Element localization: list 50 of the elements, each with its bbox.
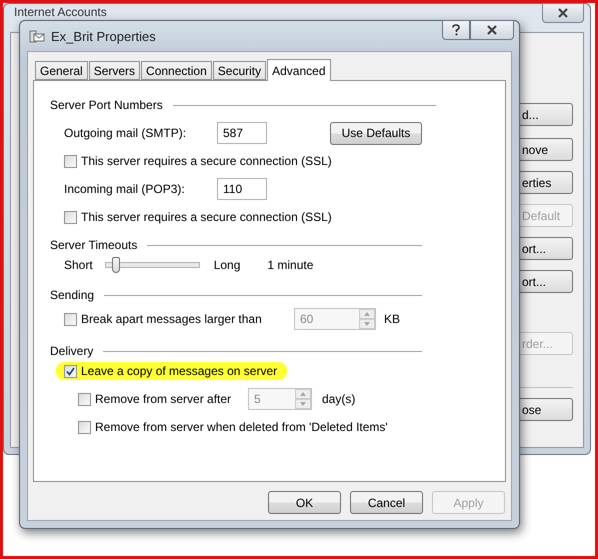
checkbox-label: This server requires a secure connection (SSL) (81, 154, 332, 168)
tab[interactable]: Servers (88, 61, 140, 80)
use-defaults-button[interactable]: Use Defaults (330, 122, 422, 144)
close-button[interactable] (470, 20, 514, 40)
tab[interactable]: Connection (141, 61, 212, 80)
checkbox[interactable] (64, 154, 77, 168)
unit-label: KB (384, 312, 400, 326)
tab[interactable]: Advanced (267, 59, 330, 81)
tab[interactable]: General (35, 61, 88, 80)
port-field[interactable]: 587 (217, 122, 267, 144)
timeout-reading: 1 minute (267, 258, 314, 272)
group-heading: Delivery (50, 344, 94, 358)
close-icon[interactable] (486, 25, 498, 35)
window-button[interactable]: d... (517, 103, 573, 126)
field-label: Incoming mail (POP3): (64, 182, 186, 196)
mail-account-icon (29, 28, 45, 44)
checkbox[interactable] (64, 364, 77, 378)
group-heading: Sending (50, 288, 94, 302)
slider-max-label: Long (214, 258, 240, 272)
dialog-button[interactable]: OK (268, 491, 341, 514)
checkbox-label: Remove from server when deleted from 'Deleted Items' (95, 420, 388, 434)
checkbox[interactable] (78, 392, 91, 406)
help-button[interactable] (442, 20, 470, 40)
window-title: Internet Accounts (13, 6, 107, 19)
checkbox-label: Remove from server after (95, 392, 232, 406)
close-icon[interactable] (557, 8, 569, 18)
unit-label: day(s) (322, 392, 356, 406)
field-label: Outgoing mail (SMTP): (64, 126, 188, 140)
port-field[interactable]: 110 (217, 178, 267, 200)
slider-thumb[interactable] (112, 257, 120, 273)
window-button[interactable]: ort... (517, 237, 573, 260)
window-button[interactable]: ose (517, 398, 573, 421)
window-button[interactable]: nove (517, 138, 573, 161)
checkbox[interactable] (64, 210, 77, 224)
window-button[interactable]: erties (517, 171, 573, 194)
checkbox-label: This server requires a secure connection (SSL) (81, 210, 332, 224)
checkbox-label: Break apart messages larger than (81, 312, 262, 326)
timeout-slider[interactable] (104, 257, 200, 273)
slider-min-label: Short (64, 258, 93, 272)
group-heading: Server Port Numbers (50, 98, 163, 112)
checkbox[interactable] (78, 420, 91, 434)
question-icon[interactable] (452, 24, 460, 36)
window-button[interactable]: ort... (517, 270, 573, 293)
checkbox-label: Leave a copy of messages on server (81, 364, 278, 378)
checkbox[interactable] (64, 312, 77, 326)
tab[interactable]: Security (212, 61, 266, 80)
dialog-title: Ex_Brit Properties (51, 28, 157, 44)
group-heading: Server Timeouts (50, 238, 138, 252)
close-button[interactable] (542, 3, 584, 23)
dialog-button[interactable]: Cancel (350, 491, 423, 514)
